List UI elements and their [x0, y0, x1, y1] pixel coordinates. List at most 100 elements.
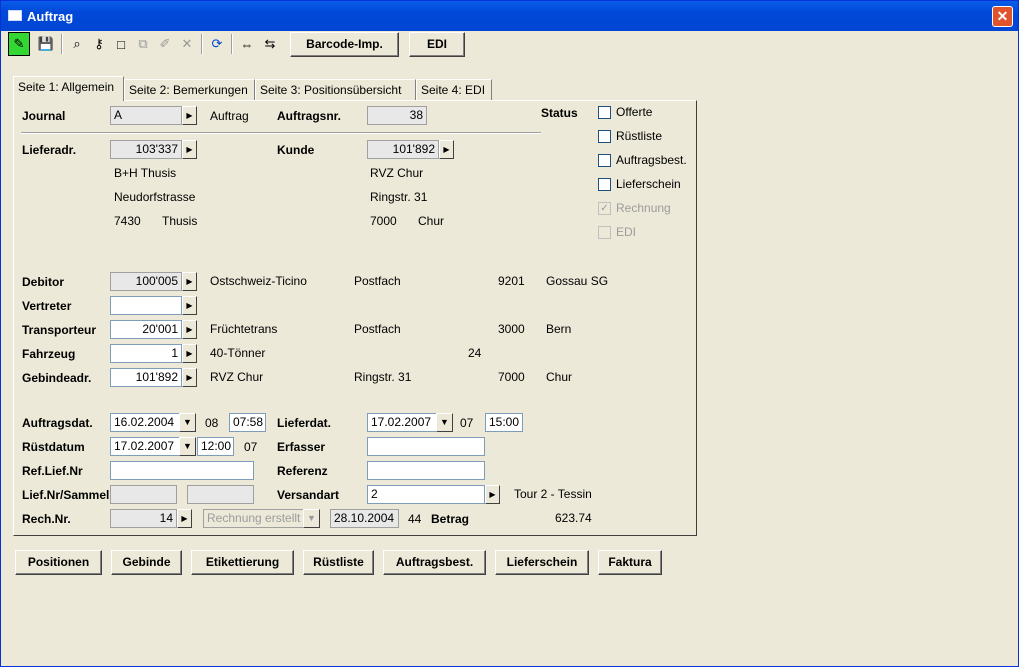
ruestliste-button[interactable]: Rüstliste — [303, 550, 374, 575]
rechnung-date-field: 28.10.2004 — [330, 509, 399, 528]
kunde-lookup-arrow-icon[interactable]: ▶ — [439, 140, 454, 159]
faktura-button[interactable]: Faktura — [598, 550, 662, 575]
close-button[interactable]: ✕ — [992, 6, 1013, 27]
journal-field[interactable]: A — [110, 106, 182, 125]
rechnr-lookup-arrow-icon[interactable]: ▶ — [177, 509, 192, 528]
transporteur-city: Bern — [546, 322, 572, 336]
transporteur-field[interactable]: 20'001 — [110, 320, 182, 339]
status-auftragsbest-label: Auftragsbest. — [616, 153, 687, 167]
gebindeadr-lookup-arrow-icon[interactable]: ▶ — [182, 368, 197, 387]
delete-icon[interactable]: ✕ — [176, 32, 198, 56]
tab-allgemein[interactable]: Seite 1: Allgemein — [13, 76, 124, 101]
debitor-plz: 9201 — [498, 274, 525, 288]
edit-pencil-icon[interactable]: ✎ — [8, 32, 30, 56]
gebinde-plz: 7000 — [498, 370, 525, 384]
liefer-street: Neudorfstrasse — [114, 190, 196, 204]
vertreter-lookup-arrow-icon[interactable]: ▶ — [182, 296, 197, 315]
lieferdat-time[interactable]: 15:00 — [485, 413, 523, 432]
edi-button[interactable]: EDI — [409, 32, 465, 57]
betrag-value: 623.74 — [555, 511, 592, 525]
liefnr-field — [110, 485, 177, 504]
auftragsdat-dropdown-icon[interactable]: ▼ — [179, 413, 196, 432]
gebindeadr-field[interactable]: 101'892 — [110, 368, 182, 387]
key-search-icon[interactable]: ⚷ — [88, 32, 110, 56]
copy-icon[interactable]: ⧉ — [132, 32, 154, 56]
referenz-field[interactable] — [367, 461, 485, 480]
kunde-city: Chur — [418, 214, 445, 228]
fahrzeug-field[interactable]: 1 — [110, 344, 182, 363]
transporteur-name: Früchtetrans — [210, 322, 278, 336]
transporteur-lookup-arrow-icon[interactable]: ▶ — [182, 320, 197, 339]
rechnr-field[interactable]: 14 — [110, 509, 177, 528]
debitor-lookup-arrow-icon[interactable]: ▶ — [182, 272, 197, 291]
auftragsbest-button[interactable]: Auftragsbest. — [383, 550, 486, 575]
auftragsnr-field: 38 — [367, 106, 427, 125]
lieferadr-field[interactable]: 103'337 — [110, 140, 182, 159]
gebinde-name: RVZ Chur — [210, 370, 264, 384]
auftragsdat-field[interactable]: 16.02.2004 — [110, 413, 180, 432]
edit-disabled-icon[interactable]: ✐ — [154, 32, 176, 56]
auftragsdat-week: 08 — [205, 416, 219, 430]
positionen-button[interactable]: Positionen — [15, 550, 102, 575]
versandart-lookup-arrow-icon[interactable]: ▶ — [485, 485, 500, 504]
status-rechnung-label: Rechnung — [616, 201, 671, 215]
status-auftragsbest-checkbox[interactable] — [598, 154, 611, 167]
binoculars-icon[interactable]: ⌕ — [66, 32, 88, 56]
window-title: Auftrag — [27, 9, 74, 24]
toolbar-separator — [231, 34, 233, 54]
status-lieferschein-label: Lieferschein — [616, 177, 681, 191]
liefer-plz: 7430 — [114, 214, 141, 228]
fahrzeug-lookup-arrow-icon[interactable]: ▶ — [182, 344, 197, 363]
status-offerte-checkbox[interactable] — [598, 106, 611, 119]
kunde-name: RVZ Chur — [370, 166, 424, 180]
ruestdatum-field[interactable]: 17.02.2007 — [110, 437, 180, 456]
ruestdatum-dropdown-icon[interactable]: ▼ — [179, 437, 196, 456]
lieferdat-dropdown-icon[interactable]: ▼ — [436, 413, 453, 432]
lieferadr-label: Lieferadr. — [22, 143, 77, 157]
new-document-icon[interactable]: □ — [110, 32, 132, 56]
save-icon[interactable]: 💾 — [35, 32, 57, 56]
etikettierung-button[interactable]: Etikettierung — [191, 550, 294, 575]
divider — [21, 132, 541, 134]
rechnung-status-dropdown-icon: ▼ — [303, 509, 320, 528]
transporteur-plz: 3000 — [498, 322, 525, 336]
liefer-city: Thusis — [162, 214, 198, 228]
status-ruestliste-checkbox[interactable] — [598, 130, 611, 143]
gebinde-button[interactable]: Gebinde — [111, 550, 182, 575]
debitor-label: Debitor — [22, 275, 64, 289]
barcode-import-button[interactable]: Barcode-Imp. — [290, 32, 399, 57]
tab-bemerkungen[interactable]: Seite 2: Bemerkungen — [124, 79, 255, 101]
journal-lookup-arrow-icon[interactable]: ▶ — [182, 106, 197, 125]
kunde-field[interactable]: 101'892 — [367, 140, 439, 159]
ruestdatum-time[interactable]: 12:00 — [197, 437, 234, 456]
referenz-label: Referenz — [277, 464, 328, 478]
lieferadr-lookup-arrow-icon[interactable]: ▶ — [182, 140, 197, 159]
vertreter-field[interactable] — [110, 296, 182, 315]
lieferschein-button[interactable]: Lieferschein — [495, 550, 589, 575]
reflief-field[interactable] — [110, 461, 254, 480]
merge-icon[interactable]: ⇆ — [259, 32, 281, 56]
debitor-field[interactable]: 100'005 — [110, 272, 182, 291]
versandart-field[interactable]: 2 — [367, 485, 485, 504]
auftragsdat-label: Auftragsdat. — [22, 416, 93, 430]
tab-edi[interactable]: Seite 4: EDI — [416, 79, 492, 101]
auftragsdat-time[interactable]: 07:58 — [229, 413, 266, 432]
lieferdat-week: 07 — [460, 416, 474, 430]
journal-text: Auftrag — [210, 109, 249, 123]
status-label: Status — [541, 106, 578, 120]
fahrzeug-name: 40-Tönner — [210, 346, 266, 360]
betrag-label: Betrag — [431, 512, 470, 526]
toolbar-separator — [201, 34, 203, 54]
split-icon[interactable]: ⇔ — [236, 32, 258, 56]
kunde-plz: 7000 — [370, 214, 397, 228]
toolbar-separator — [61, 34, 63, 54]
auftragsnr-label: Auftragsnr. — [277, 109, 342, 123]
tab-positionsuebersicht[interactable]: Seite 3: Positionsübersicht — [255, 79, 416, 101]
lieferdat-field[interactable]: 17.02.2007 — [367, 413, 437, 432]
liefnr-label: Lief.Nr/Sammel — [22, 488, 110, 502]
status-lieferschein-checkbox[interactable] — [598, 178, 611, 191]
window-icon — [8, 10, 22, 21]
title-bar: Auftrag ✕ — [1, 1, 1018, 31]
refresh-icon[interactable]: ⟳ — [206, 32, 228, 56]
erfasser-field[interactable] — [367, 437, 485, 456]
